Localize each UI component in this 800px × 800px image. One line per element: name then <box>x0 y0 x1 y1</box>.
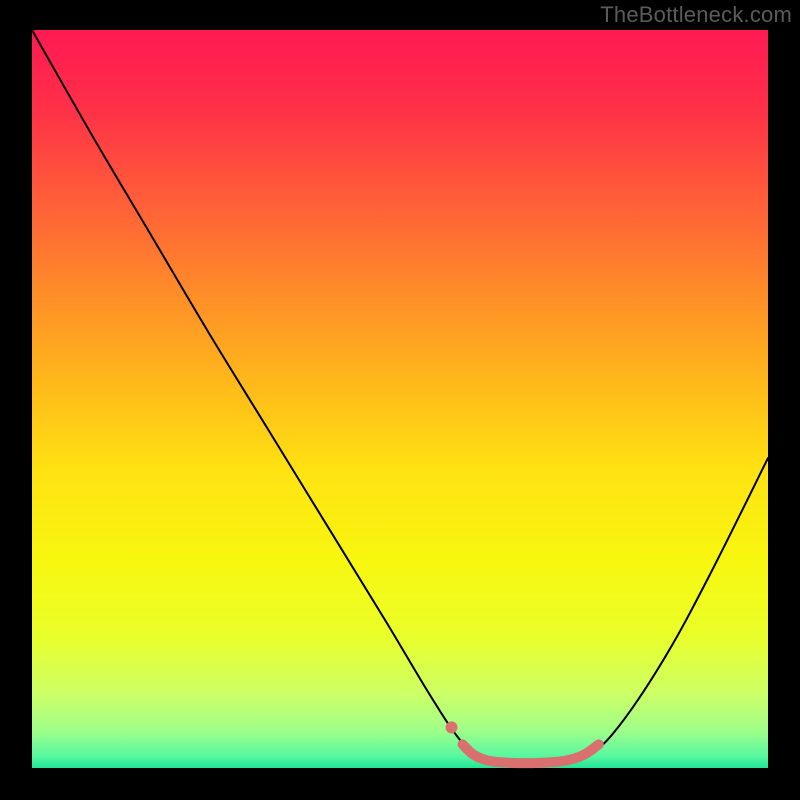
bottleneck-chart <box>0 0 800 800</box>
gradient-background <box>32 30 768 768</box>
chart-container: TheBottleneck.com <box>0 0 800 800</box>
watermark-text: TheBottleneck.com <box>600 2 792 28</box>
optimal-dot <box>446 721 458 733</box>
